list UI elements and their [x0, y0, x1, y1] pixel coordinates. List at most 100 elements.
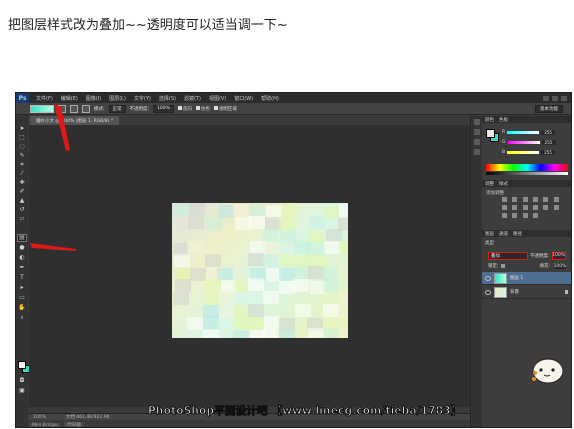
layer-name[interactable]: 图层 1 [510, 275, 523, 281]
character-icon[interactable] [474, 139, 480, 145]
menu-help[interactable]: 帮助(H) [257, 95, 283, 102]
menu-file[interactable]: 文件(F) [32, 95, 57, 102]
levels-icon[interactable] [512, 197, 518, 202]
threshold-icon[interactable] [512, 213, 518, 218]
menu-layer[interactable]: 图层(L) [105, 95, 130, 102]
reverse-checkbox[interactable]: 反向 [177, 105, 192, 112]
lasso-tool-icon[interactable]: ◌ [18, 144, 26, 150]
hand-tool-icon[interactable]: ✋ [18, 305, 26, 311]
vibrance-icon[interactable] [543, 197, 549, 202]
brightness-icon[interactable] [502, 197, 507, 202]
tab-adjustments[interactable]: 调整 [485, 181, 494, 187]
close-icon[interactable] [561, 95, 567, 101]
tab-timeline[interactable]: 时间轴 [64, 422, 84, 427]
history-brush-tool-icon[interactable]: ↺ [18, 207, 26, 213]
blur-tool-icon[interactable]: ● [18, 245, 26, 251]
canvas-image[interactable] [172, 203, 348, 338]
tab-channels[interactable]: 通道 [499, 231, 508, 237]
canvas-area[interactable] [29, 125, 470, 407]
layer-opacity-input[interactable]: 100% [551, 251, 566, 260]
paragraph-icon[interactable] [474, 149, 480, 155]
marquee-tool-icon[interactable]: ⬚ [18, 135, 26, 141]
hue-saturation-icon[interactable] [553, 197, 559, 202]
menu-filter[interactable]: 滤镜(T) [180, 95, 205, 102]
zoom-tool-icon[interactable]: ⌕ [18, 315, 26, 321]
menu-edit[interactable]: 编辑(E) [57, 95, 82, 102]
menu-window[interactable]: 窗口(W) [230, 95, 257, 102]
history-icon[interactable] [474, 119, 480, 125]
visibility-eye-icon[interactable] [485, 275, 491, 281]
tab-styles[interactable]: 样式 [499, 181, 508, 187]
gradient-map-icon[interactable] [522, 213, 528, 218]
tab-color[interactable]: 颜色 [485, 117, 494, 123]
dither-checkbox[interactable]: 仿色 [195, 105, 210, 112]
blue-value[interactable]: 255 [541, 149, 556, 155]
exposure-icon[interactable] [532, 197, 538, 202]
grayscale-ramp[interactable] [486, 172, 568, 175]
gradient-picker[interactable] [30, 104, 54, 113]
color-lookup-icon[interactable] [543, 205, 549, 210]
properties-icon[interactable] [474, 129, 480, 135]
red-slider-row[interactable]: R 255 [502, 129, 568, 135]
layer-row-layer1[interactable]: 图层 1 [482, 272, 571, 285]
selective-color-icon[interactable] [532, 213, 538, 218]
document-tab[interactable]: 婚纱小文 @ 100% (图层 1, RGB/8) * [30, 116, 120, 125]
blend-mode-select[interactable]: 叠加 [488, 251, 528, 260]
tab-swatches[interactable]: 色板 [499, 117, 508, 123]
tab-mini-bridge[interactable]: Mini Bridge [29, 422, 61, 427]
quick-select-tool-icon[interactable]: ✎ [18, 153, 26, 159]
panel-foreground-swatch[interactable] [486, 129, 495, 138]
minimize-icon[interactable] [543, 95, 549, 101]
gradient-tool-icon[interactable]: ▤ [17, 234, 27, 242]
layer-name[interactable]: 背景 [510, 289, 519, 295]
blue-slider-row[interactable]: B 255 [502, 149, 568, 155]
move-tool-icon[interactable]: ➤ [18, 126, 26, 132]
pen-tool-icon[interactable]: ✒ [18, 265, 26, 271]
angle-gradient-icon[interactable] [82, 104, 90, 113]
color-swatches[interactable] [18, 361, 30, 373]
red-slider[interactable] [507, 130, 540, 134]
path-select-tool-icon[interactable]: ▸ [18, 285, 26, 291]
color-spectrum[interactable] [486, 164, 568, 171]
dodge-tool-icon[interactable]: ◐ [18, 255, 26, 261]
visibility-eye-icon[interactable] [485, 289, 491, 295]
transparency-checkbox[interactable]: 透明区域 [213, 105, 237, 112]
maximize-icon[interactable] [552, 95, 558, 101]
stamp-tool-icon[interactable]: ▲ [18, 198, 26, 204]
green-slider-row[interactable]: G 255 [502, 139, 568, 145]
menu-select[interactable]: 选择(S) [155, 95, 180, 102]
foreground-color-swatch[interactable] [18, 361, 26, 369]
menu-view[interactable]: 视图(V) [205, 95, 230, 102]
eyedropper-tool-icon[interactable]: ⁄ [18, 171, 26, 177]
channel-mixer-icon[interactable] [532, 205, 538, 210]
mode-select[interactable]: 正常 [108, 104, 126, 113]
blue-slider[interactable] [507, 150, 540, 154]
healing-tool-icon[interactable]: ✚ [18, 180, 26, 186]
red-value[interactable]: 255 [541, 129, 556, 135]
posterize-icon[interactable] [502, 213, 507, 218]
curves-icon[interactable] [522, 197, 528, 202]
workspace-select[interactable]: 基本功能 [535, 104, 563, 113]
screen-mode-icon[interactable]: ▣ [18, 388, 26, 394]
zoom-level[interactable]: 100% [33, 415, 46, 420]
green-slider[interactable] [507, 140, 540, 144]
photo-filter-icon[interactable] [522, 205, 528, 210]
fill-input[interactable]: 100% [554, 263, 566, 269]
tab-paths[interactable]: 路径 [513, 231, 522, 237]
opacity-input[interactable]: 100% [153, 104, 174, 113]
invert-icon[interactable] [553, 205, 559, 210]
green-value[interactable]: 255 [541, 139, 556, 145]
menu-type[interactable]: 文字(Y) [130, 95, 155, 102]
crop-tool-icon[interactable]: ⌗ [18, 162, 26, 168]
text-tool-icon[interactable]: T [18, 275, 26, 281]
shape-tool-icon[interactable]: ▭ [18, 295, 26, 301]
eraser-tool-icon[interactable]: ▱ [18, 216, 26, 222]
menu-image[interactable]: 图像(I) [82, 95, 105, 102]
quick-mask-icon[interactable]: ◘ [18, 378, 26, 384]
lock-icon[interactable] [500, 264, 505, 268]
tab-layers[interactable]: 图层 [485, 231, 494, 237]
layer-row-background[interactable]: 背景 [482, 286, 571, 299]
black-white-icon[interactable] [512, 205, 518, 210]
brush-tool-icon[interactable]: ✐ [18, 189, 26, 195]
color-balance-icon[interactable] [502, 205, 507, 210]
